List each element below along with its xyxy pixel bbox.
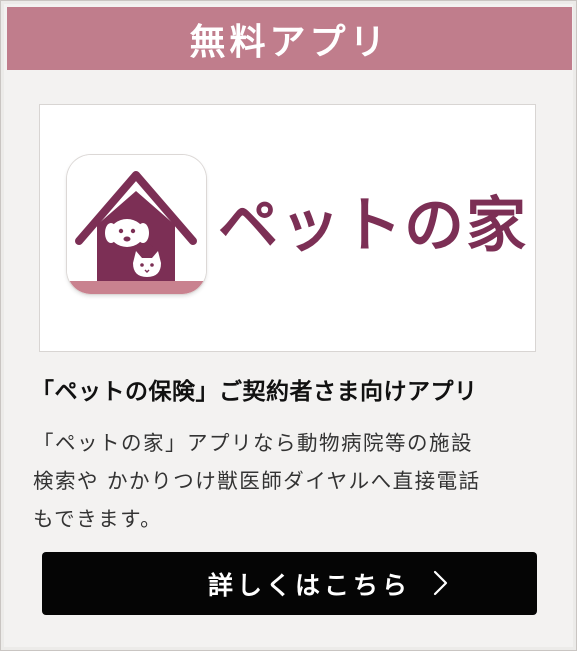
pet-house-icon [67, 155, 206, 294]
description-line: 「ペットの家」アプリなら動物病院等の施設 [33, 431, 473, 455]
description-line: 検索や かかりつけ獣医師ダイヤルへ直接電話 [33, 469, 481, 493]
header-title: 無料アプリ [189, 21, 390, 63]
section-subtitle: 「ペットの保険」ご契約者さま向けアプリ [31, 379, 478, 405]
app-promo-card: 無料アプリ ペットの家 「ペットの保険」ご契約者さま向けアプリ 「ペットの家」ア… [0, 0, 577, 651]
chevron-right-icon [433, 570, 448, 596]
app-banner[interactable]: ペットの家 [39, 104, 536, 352]
description-line: もできます。 [33, 507, 163, 531]
app-name: ペットの家 [218, 191, 528, 261]
details-button[interactable]: 詳しくはこちら [42, 552, 537, 615]
section-header: 無料アプリ [7, 7, 572, 70]
details-button-label: 詳しくはこちら [207, 570, 411, 600]
app-description: 「ペットの家」アプリなら動物病院等の施設 検索や かかりつけ獣医師ダイヤルへ直接… [33, 424, 548, 538]
